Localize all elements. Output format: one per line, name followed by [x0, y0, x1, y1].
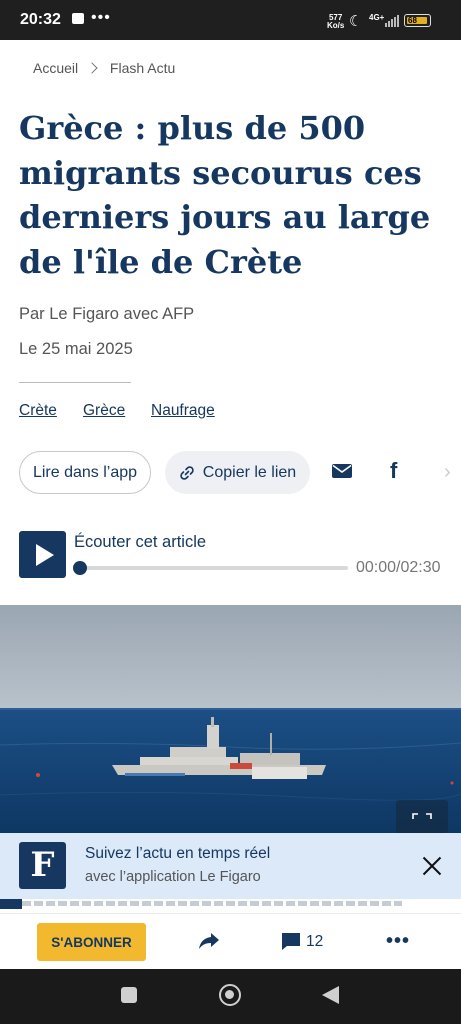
facebook-icon[interactable]: f — [390, 458, 397, 484]
expand-photo-button[interactable] — [396, 800, 448, 833]
breadcrumb-home[interactable]: Accueil — [33, 60, 78, 76]
do-not-disturb-icon: ☾ — [349, 13, 363, 30]
status-bar: 20:32 ••• 577 Ko/s ☾ 4G+ 68 — [0, 0, 461, 40]
breadcrumb: Accueil Flash Actu — [33, 59, 175, 76]
tag-grece[interactable]: Grèce — [83, 402, 125, 420]
network-speed: 577 Ko/s — [327, 14, 344, 30]
network-type: 4G+ — [369, 13, 385, 22]
article-title: Grèce : plus de 500 migrants secourus ce… — [19, 109, 431, 281]
copy-link-button[interactable]: Copier le lien — [165, 451, 310, 494]
article-photo — [0, 605, 461, 833]
play-button[interactable] — [19, 531, 66, 578]
more-notifications-icon: ••• — [91, 9, 111, 26]
share-icon[interactable] — [198, 931, 220, 951]
article-byline: Par Le Figaro avec AFP — [19, 305, 195, 323]
battery-level: 68 — [408, 16, 417, 25]
tag-crete[interactable]: Crète — [19, 402, 57, 420]
comment-count[interactable]: 12 — [306, 933, 323, 951]
read-in-app-label: Lire dans l’app — [32, 463, 138, 481]
recents-button[interactable] — [121, 987, 137, 1003]
back-button[interactable] — [322, 986, 339, 1004]
notification-icon — [72, 13, 84, 24]
caption-text-cutoff — [22, 901, 402, 906]
close-icon[interactable] — [421, 855, 443, 877]
article-date: Le 25 mai 2025 — [19, 340, 133, 358]
audio-label: Écouter cet article — [74, 533, 207, 551]
status-time: 20:32 — [20, 11, 61, 28]
battery-icon: 68 — [404, 14, 431, 27]
home-button[interactable] — [219, 984, 241, 1006]
divider — [19, 382, 131, 383]
audio-progress-knob[interactable] — [73, 561, 87, 575]
tag-naufrage[interactable]: Naufrage — [151, 402, 215, 420]
banner-subtitle: avec l’application Le Figaro — [85, 869, 261, 885]
comment-icon[interactable] — [281, 932, 301, 951]
system-nav-bar — [0, 969, 461, 1024]
signal-icon — [385, 15, 399, 27]
breadcrumb-section[interactable]: Flash Actu — [110, 60, 175, 76]
bottom-action-bar: S'ABONNER 12 ••• — [0, 913, 461, 970]
app-promo-banner[interactable] — [0, 833, 461, 899]
audio-progress-track[interactable] — [76, 566, 348, 570]
subscribe-button[interactable]: S'ABONNER — [37, 923, 146, 961]
copy-link-label: Copier le lien — [202, 463, 297, 481]
expand-icon — [412, 813, 432, 819]
read-in-app-button[interactable]: Lire dans l’app — [19, 451, 151, 494]
more-options-icon[interactable]: ••• — [386, 930, 410, 953]
figaro-logo: F — [19, 842, 66, 889]
audio-time: 00:00/02:30 — [356, 559, 441, 576]
link-icon — [180, 465, 194, 480]
network-speed-unit: Ko/s — [327, 21, 345, 30]
caption-accent — [0, 899, 22, 909]
mail-icon[interactable] — [332, 463, 352, 479]
chevron-right-icon — [86, 62, 98, 74]
chevron-right-icon[interactable]: › — [444, 461, 451, 484]
photo-caption-peek — [0, 899, 461, 913]
photo-illustration — [0, 605, 461, 833]
banner-title: Suivez l’actu en temps réel — [85, 845, 271, 862]
